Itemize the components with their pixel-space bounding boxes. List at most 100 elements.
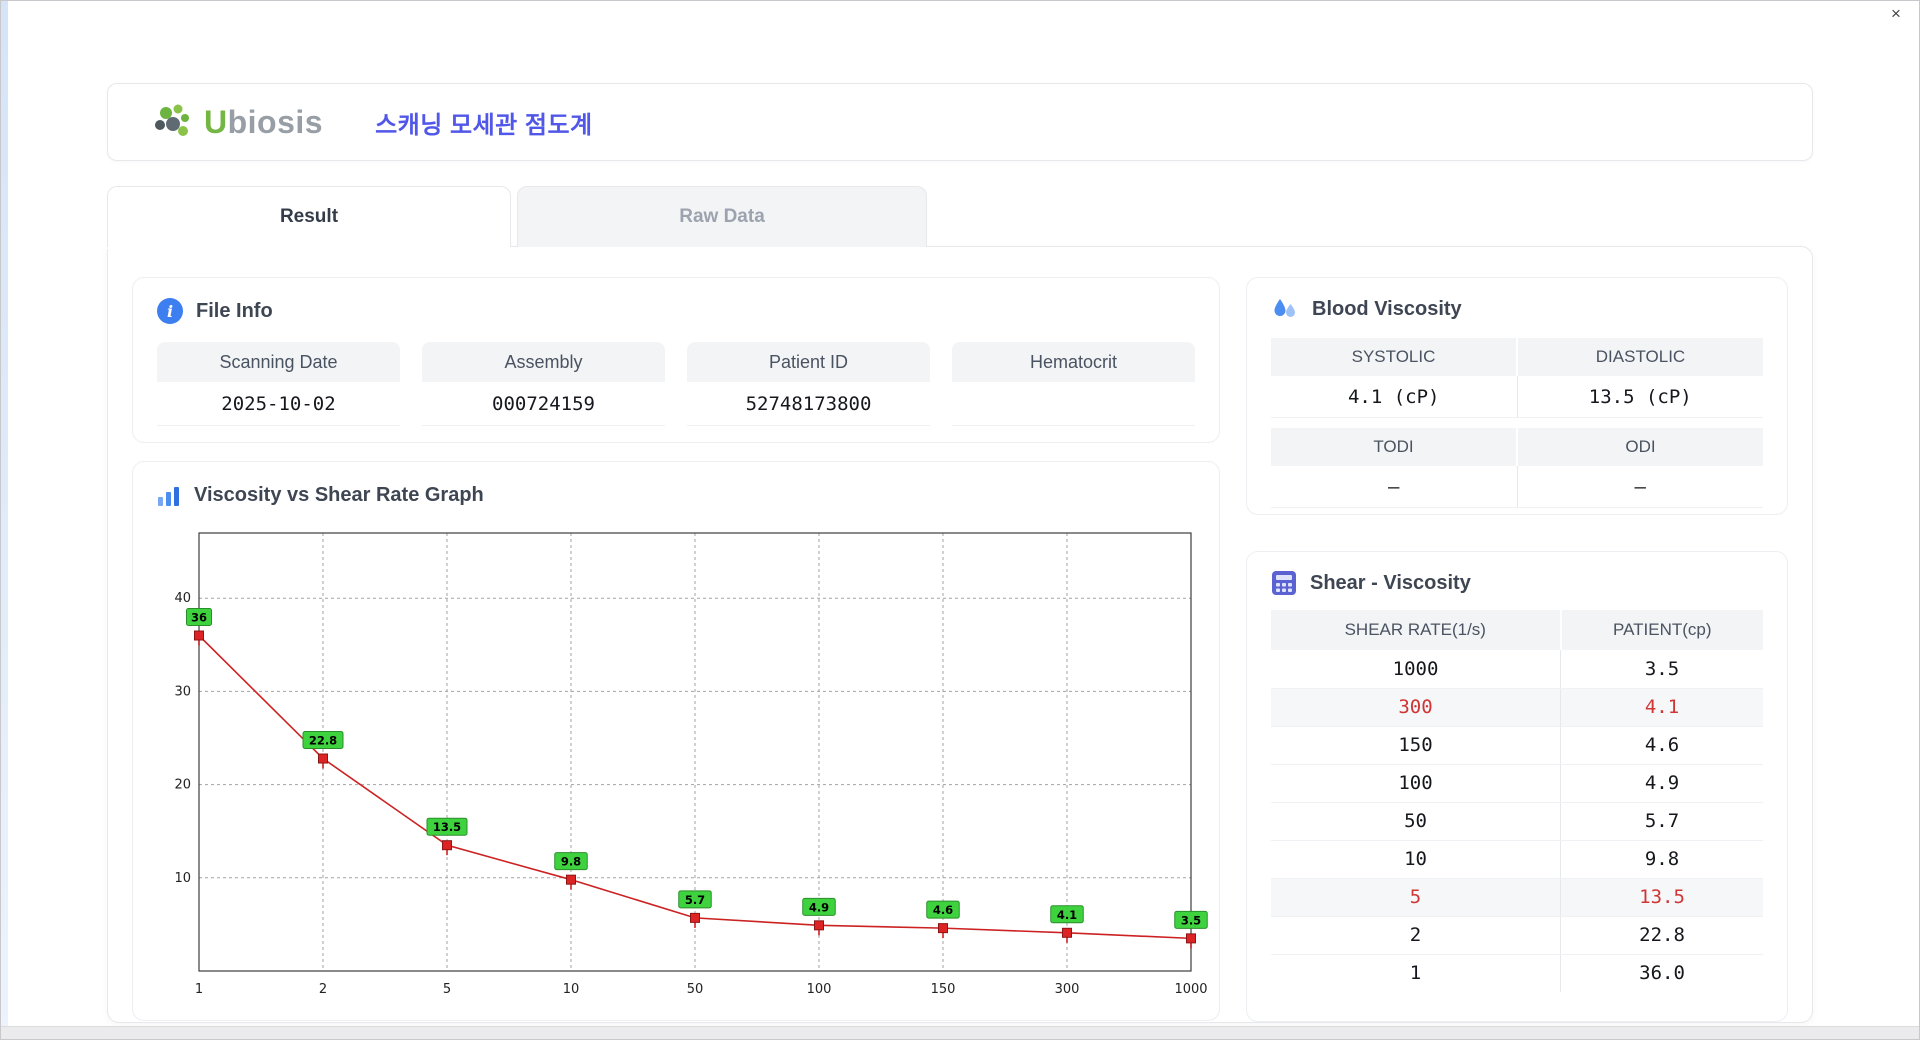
window-bottom-edge bbox=[1, 1026, 1919, 1039]
point-label-text: 3.5 bbox=[1181, 913, 1201, 927]
field-value: 000724159 bbox=[422, 382, 665, 426]
tab-bar: Result Raw Data bbox=[107, 186, 1813, 247]
bv-header-cell: DIASTOLIC bbox=[1518, 338, 1763, 376]
ubiosis-logo-icon bbox=[152, 101, 198, 143]
logo-letter-u: U bbox=[204, 103, 228, 140]
point-label-text: 13.5 bbox=[433, 820, 461, 834]
y-axis-tick-label: 30 bbox=[174, 684, 191, 699]
point-label-text: 9.8 bbox=[561, 855, 581, 869]
logo-rest: biosis bbox=[227, 103, 324, 140]
file-info-field: Assembly 000724159 bbox=[422, 342, 665, 426]
bv-header-row: SYSTOLIC DIASTOLIC bbox=[1271, 338, 1763, 376]
blood-viscosity-title: Blood Viscosity bbox=[1312, 297, 1462, 320]
data-point-marker bbox=[1186, 933, 1196, 944]
table-row: 5 13.5 bbox=[1271, 878, 1763, 917]
field-label: Scanning Date bbox=[157, 342, 400, 382]
shear-viscosity-body: 1000 3.5 300 4.1 150 4.6 100 4.9 50 5.7 10 9.8 5 13.5… bbox=[1271, 650, 1763, 992]
table-row: 1000 3.5 bbox=[1271, 650, 1763, 689]
field-value: 2025-10-02 bbox=[157, 382, 400, 426]
file-info-field: Hematocrit bbox=[952, 342, 1195, 426]
patient-column-header: PATIENT(cp) bbox=[1560, 610, 1763, 650]
field-label: Assembly bbox=[422, 342, 665, 382]
shear-viscosity-title: Shear - Viscosity bbox=[1310, 571, 1471, 594]
point-label-text: 4.6 bbox=[933, 903, 953, 917]
blood-viscosity-grid: SYSTOLIC DIASTOLIC 4.1 (cP) 13.5 (cP) TODI OD… bbox=[1271, 338, 1763, 508]
shear-viscosity-header-row: SHEAR RATE(1/s) PATIENT(cp) bbox=[1271, 610, 1763, 650]
shear-viscosity-table: SHEAR RATE(1/s) PATIENT(cp) 1000 3.5 300 4.1… bbox=[1271, 610, 1763, 992]
patient-viscosity-cell: 3.5 bbox=[1560, 650, 1763, 689]
info-icon: i bbox=[157, 298, 183, 324]
table-row: 2 22.8 bbox=[1271, 916, 1763, 955]
file-info-fields: Scanning Date 2025-10-02 Assembly 000724159… bbox=[157, 342, 1195, 426]
shear-rate-cell: 5 bbox=[1271, 878, 1562, 917]
x-axis-tick-label: 2 bbox=[319, 982, 327, 997]
y-axis-tick-label: 20 bbox=[174, 778, 191, 793]
patient-viscosity-cell: 22.8 bbox=[1560, 916, 1763, 955]
x-axis-tick-label: 100 bbox=[807, 982, 832, 997]
file-info-field: Patient ID 52748173800 bbox=[687, 342, 930, 426]
table-row: 300 4.1 bbox=[1271, 688, 1763, 727]
patient-viscosity-cell: 4.6 bbox=[1560, 726, 1763, 765]
app-header: Ubiosis 스캐닝 모세관 점도계 bbox=[107, 83, 1813, 161]
table-row: 50 5.7 bbox=[1271, 802, 1763, 841]
data-point-marker bbox=[442, 840, 452, 851]
data-point-marker bbox=[938, 923, 948, 934]
window-close-button[interactable]: × bbox=[1885, 4, 1907, 24]
x-axis-tick-label: 1000 bbox=[1174, 982, 1207, 997]
field-label: Patient ID bbox=[687, 342, 930, 382]
left-column: i File Info Scanning Date 2025-10-02 Assem… bbox=[132, 277, 1220, 1021]
bv-value-row: 4.1 (cP) 13.5 (cP) bbox=[1271, 376, 1763, 418]
data-point-marker bbox=[194, 630, 204, 641]
patient-viscosity-cell: 36.0 bbox=[1639, 962, 1685, 985]
field-value bbox=[952, 382, 1195, 426]
data-point-marker bbox=[318, 753, 328, 764]
patient-viscosity-cell: 9.8 bbox=[1560, 840, 1763, 879]
table-row: 1 36.0 bbox=[1271, 954, 1763, 992]
patient-viscosity-cell: 4.9 bbox=[1560, 764, 1763, 803]
bv-header-cell: TODI bbox=[1271, 428, 1518, 466]
patient-viscosity-cell: 5.7 bbox=[1560, 802, 1763, 841]
table-row: 100 4.9 bbox=[1271, 764, 1763, 803]
shear-rate-cell: 150 bbox=[1271, 726, 1562, 765]
viscosity-chart: 10 20 30 40 1 2 5 10 50 100 150 300 1000 36 22.8 13.5 9.… bbox=[174, 532, 1208, 997]
logo-text: Ubiosis bbox=[204, 104, 323, 141]
right-column: Blood Viscosity SYSTOLIC DIASTOLIC 4.1 (cP… bbox=[1246, 277, 1788, 1022]
shear-rate-cell: 1000 bbox=[1271, 650, 1562, 689]
viscosity-graph-card: Viscosity vs Shear Rate Graph 10 20 30 40 1 2… bbox=[132, 461, 1220, 1021]
bv-value-cell: – bbox=[1271, 466, 1518, 508]
shear-viscosity-card: Shear - Viscosity SHEAR RATE(1/s) PATIENT… bbox=[1246, 551, 1788, 1022]
x-axis-tick-label: 50 bbox=[687, 982, 704, 997]
shear-rate-cell: 50 bbox=[1271, 802, 1562, 841]
shear-rate-cell: 10 bbox=[1271, 840, 1562, 879]
point-label-text: 22.8 bbox=[309, 734, 337, 748]
graph-title: Viscosity vs Shear Rate Graph bbox=[194, 484, 484, 506]
tab-raw-data[interactable]: Raw Data bbox=[517, 186, 927, 247]
point-label-text: 4.1 bbox=[1057, 908, 1077, 922]
page-title: 스캐닝 모세관 점도계 bbox=[375, 111, 593, 139]
shear-rate-column-header: SHEAR RATE(1/s) bbox=[1271, 610, 1562, 650]
shear-viscosity-title-row: Shear - Viscosity bbox=[1271, 570, 1763, 596]
file-info-card: i File Info Scanning Date 2025-10-02 Assem… bbox=[132, 277, 1220, 443]
field-label: Hematocrit bbox=[952, 342, 1195, 382]
bv-header-cell: SYSTOLIC bbox=[1271, 338, 1518, 376]
data-point-marker bbox=[814, 920, 824, 931]
bv-value-cell: 13.5 (cP) bbox=[1517, 376, 1763, 418]
table-row: 10 9.8 bbox=[1271, 840, 1763, 879]
blood-viscosity-card: Blood Viscosity SYSTOLIC DIASTOLIC 4.1 (cP… bbox=[1246, 277, 1788, 515]
data-point-marker bbox=[1062, 927, 1072, 938]
patient-viscosity-cell: 4.1 bbox=[1560, 688, 1763, 727]
y-axis-tick-label: 10 bbox=[174, 871, 191, 886]
file-info-field: Scanning Date 2025-10-02 bbox=[157, 342, 400, 426]
x-axis-tick-label: 5 bbox=[443, 982, 451, 997]
shear-rate-cell: 100 bbox=[1271, 764, 1562, 803]
x-axis-tick-label: 1 bbox=[195, 982, 203, 997]
tab-result[interactable]: Result bbox=[107, 186, 511, 247]
point-label-text: 36 bbox=[191, 611, 207, 625]
file-info-title-row: i File Info bbox=[157, 298, 1195, 324]
bar-chart-icon bbox=[157, 485, 181, 507]
data-point-marker bbox=[690, 912, 700, 923]
x-axis-tick-label: 10 bbox=[563, 982, 580, 997]
patient-viscosity-cell: 13.5 bbox=[1560, 878, 1763, 917]
shear-rate-cell: 2 bbox=[1271, 916, 1562, 955]
bv-value-cell: 4.1 (cP) bbox=[1271, 376, 1518, 418]
